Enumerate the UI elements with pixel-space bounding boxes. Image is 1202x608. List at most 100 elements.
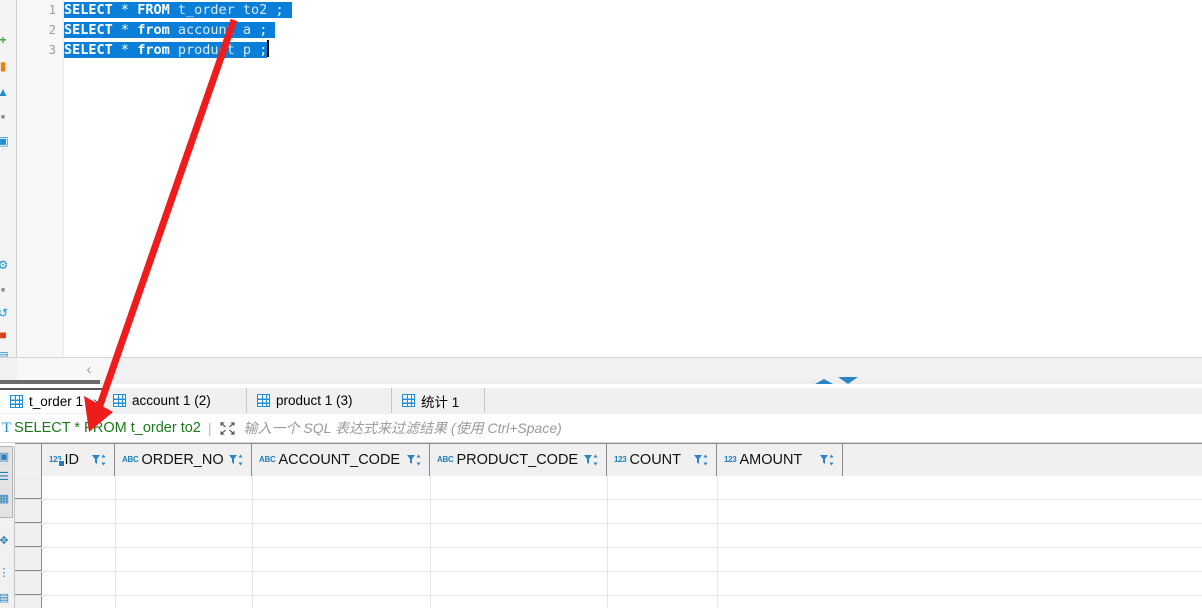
grid-icon bbox=[113, 394, 126, 407]
grid-empty-area bbox=[843, 572, 1202, 595]
sort-filter-icon[interactable] bbox=[406, 453, 422, 467]
row-header-cell[interactable] bbox=[15, 596, 42, 608]
row-header-cell[interactable] bbox=[15, 524, 42, 547]
text-view-icon[interactable]: ☰ bbox=[0, 470, 11, 484]
column-separator bbox=[115, 548, 116, 571]
grid-icon bbox=[257, 394, 270, 407]
close-icon[interactable]: × bbox=[93, 395, 101, 409]
active-query-text[interactable]: SELECT * FROM t_order to2 bbox=[14, 420, 201, 436]
sort-filter-icon[interactable] bbox=[583, 453, 599, 467]
row-header-cell[interactable] bbox=[15, 500, 42, 523]
grid-view-icon[interactable]: ▣ bbox=[0, 450, 11, 464]
table-row[interactable] bbox=[15, 524, 1202, 548]
header-empty-area bbox=[843, 444, 1202, 476]
sql-star: * bbox=[121, 2, 129, 18]
filter-placeholder-text[interactable]: 输入一个 SQL 表达式来过滤结果 (使用 Ctrl+Space) bbox=[244, 418, 562, 438]
chart-view-icon[interactable]: ✥ bbox=[0, 534, 11, 548]
column-header-product-code[interactable]: ABC PRODUCT_CODE bbox=[430, 444, 607, 476]
dot-icon: ■ bbox=[0, 110, 11, 126]
panel-resize-markers[interactable] bbox=[815, 376, 865, 388]
result-tab-bar[interactable]: t_order 1 × account 1 (2) product 1 (3) … bbox=[0, 388, 1202, 415]
code-line-2[interactable]: SELECT * from account a ; bbox=[64, 20, 1202, 40]
sql-code-area[interactable]: SELECT * FROM t_order to2 ; SELECT * fro… bbox=[64, 0, 1202, 357]
horizontal-scrollbar-thumb[interactable] bbox=[0, 380, 100, 384]
column-header-amount[interactable]: 123 AMOUNT bbox=[717, 444, 843, 476]
sort-filter-icon[interactable] bbox=[91, 453, 107, 467]
line-number-gutter: 1 2 3 bbox=[17, 0, 64, 357]
expand-arrows-icon[interactable] bbox=[219, 421, 236, 436]
line-number: 1 bbox=[17, 0, 63, 20]
column-header-order-no[interactable]: ABC ORDER_NO bbox=[115, 444, 252, 476]
table-row[interactable] bbox=[15, 572, 1202, 596]
tab-t-order-1[interactable]: t_order 1 × bbox=[0, 388, 103, 413]
grid-corner-cell[interactable] bbox=[15, 444, 42, 476]
column-separator bbox=[717, 572, 718, 595]
sql-keyword-from: from bbox=[137, 22, 170, 38]
filter-icon[interactable]: ▲ bbox=[0, 84, 11, 100]
column-header-account-code[interactable]: ABC ACCOUNT_CODE bbox=[252, 444, 430, 476]
table-row[interactable] bbox=[15, 596, 1202, 608]
filter-separator: | bbox=[201, 420, 219, 436]
column-separator bbox=[252, 572, 253, 595]
sort-filter-icon[interactable] bbox=[819, 453, 835, 467]
code-line-1[interactable]: SELECT * FROM t_order to2 ; bbox=[64, 0, 1202, 20]
column-separator bbox=[430, 524, 431, 547]
editor-left-toolbar[interactable]: + ▮ ▲ ■ ▣ ⚙ ■ ↺ ■ ▤ bbox=[0, 0, 17, 357]
result-grid[interactable]: 123 ID ABC ORDER_NO ABC bbox=[15, 443, 1202, 608]
json-view-icon[interactable]: ▤ bbox=[0, 591, 11, 605]
column-separator bbox=[430, 476, 431, 499]
sql-table-name: product bbox=[178, 42, 235, 58]
column-label: ID bbox=[64, 452, 87, 468]
column-label: ACCOUNT_CODE bbox=[278, 452, 402, 468]
column-separator bbox=[717, 500, 718, 523]
add-icon[interactable]: + bbox=[0, 32, 11, 48]
table-row[interactable] bbox=[15, 500, 1202, 524]
column-separator bbox=[115, 500, 116, 523]
row-header-cell[interactable] bbox=[15, 548, 42, 571]
column-label: COUNT bbox=[629, 452, 689, 468]
tab-product-1[interactable]: product 1 (3) bbox=[247, 388, 392, 413]
table-row[interactable] bbox=[15, 548, 1202, 572]
column-separator bbox=[115, 524, 116, 547]
column-separator bbox=[717, 596, 718, 608]
sql-editor[interactable]: 1 2 3 SELECT * FROM t_order to2 ; SELECT… bbox=[17, 0, 1202, 357]
tab-statistics-1[interactable]: 统计 1 bbox=[392, 388, 485, 413]
column-header-count[interactable]: 123 COUNT bbox=[607, 444, 717, 476]
horizontal-scrollbar-track[interactable] bbox=[0, 380, 1202, 384]
sql-semicolon: ; bbox=[275, 2, 283, 18]
column-header-id[interactable]: 123 ID bbox=[42, 444, 115, 476]
triangle-down-marker[interactable] bbox=[838, 377, 858, 384]
tab-account-1[interactable]: account 1 (2) bbox=[103, 388, 247, 413]
dot2-icon: ■ bbox=[0, 283, 11, 299]
column-label: AMOUNT bbox=[739, 452, 815, 468]
triangle-up-marker[interactable] bbox=[815, 379, 833, 384]
type-text-icon: ABC bbox=[437, 456, 453, 464]
line-number: 2 bbox=[17, 20, 63, 40]
chevron-left-icon[interactable]: ‹ bbox=[81, 362, 97, 378]
record-view-icon[interactable]: ▦ bbox=[0, 492, 11, 506]
row-header-cell[interactable] bbox=[15, 476, 42, 499]
refresh-icon[interactable]: ↺ bbox=[0, 305, 11, 321]
export-icon[interactable]: ▣ bbox=[0, 133, 11, 149]
tab-label: 统计 1 bbox=[421, 391, 459, 411]
sort-filter-icon[interactable] bbox=[228, 453, 244, 467]
grid-body[interactable] bbox=[15, 476, 1202, 608]
grid-icon bbox=[402, 394, 415, 407]
result-filter-bar[interactable]: T SELECT * FROM t_order to2 | 输入一个 SQL 表… bbox=[0, 414, 1202, 443]
column-separator bbox=[115, 476, 116, 499]
table-row[interactable] bbox=[15, 476, 1202, 500]
code-line-3[interactable]: SELECT * from product p ; bbox=[64, 40, 1202, 60]
editor-bottom-bar: ‹ bbox=[0, 357, 1202, 384]
row-header-cell[interactable] bbox=[15, 572, 42, 595]
type-text-icon: ABC bbox=[259, 456, 275, 464]
bookmark-icon[interactable]: ▮ bbox=[0, 58, 11, 74]
error-icon[interactable]: ■ bbox=[0, 327, 11, 343]
column-separator bbox=[607, 500, 608, 523]
column-separator bbox=[115, 572, 116, 595]
calc-view-icon[interactable]: ⋮ bbox=[0, 566, 11, 580]
column-separator bbox=[607, 548, 608, 571]
column-separator bbox=[430, 548, 431, 571]
settings-icon[interactable]: ⚙ bbox=[0, 257, 11, 273]
sort-filter-icon[interactable] bbox=[693, 453, 709, 467]
grid-view-switcher[interactable]: ▣ ☰ ▦ ✥ ⋮ ▤ bbox=[0, 446, 15, 608]
